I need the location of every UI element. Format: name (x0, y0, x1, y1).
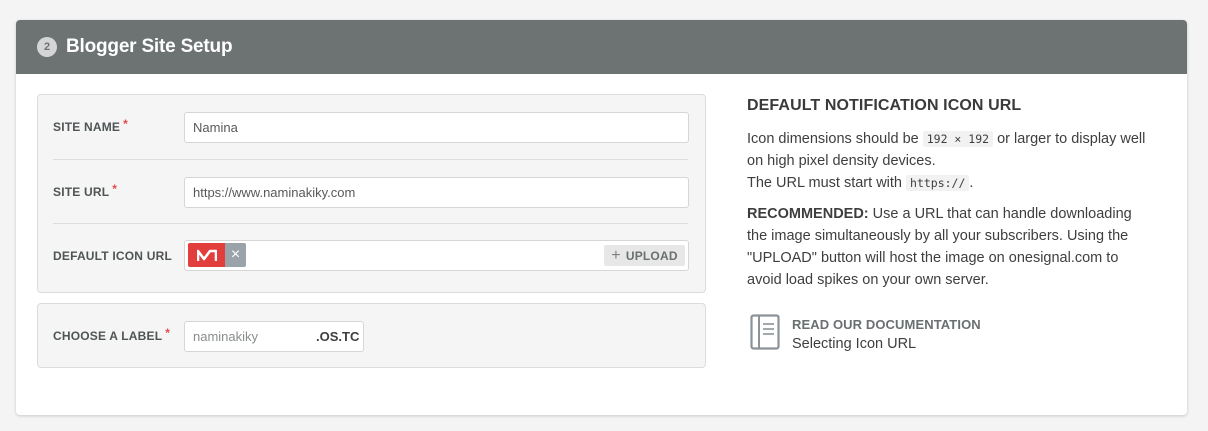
plus-icon: + (611, 246, 621, 264)
card-title: Blogger Site Setup (66, 36, 233, 57)
site-details-panel: SITE NAME * Namina SITE URL * https://ww… (37, 94, 706, 293)
site-name-row: SITE NAME * Namina (53, 95, 689, 159)
label-panel: CHOOSE A LABEL * naminakiky .OS.TC (37, 303, 706, 368)
help-column: DEFAULT NOTIFICATION ICON URL Icon dimen… (747, 97, 1147, 352)
site-url-row: SITE URL * https://www.naminakiky.com (53, 159, 689, 223)
choose-label-label: CHOOSE A LABEL * (53, 326, 171, 343)
help-dimensions-text: Icon dimensions should be 192 × 192 or l… (747, 131, 1146, 191)
site-setup-card: 2 Blogger Site Setup SITE NAME * Namina … (16, 20, 1187, 415)
choose-label-row: CHOOSE A LABEL * naminakiky .OS.TC (53, 304, 688, 368)
dimensions-code: 192 × 192 (922, 131, 994, 147)
required-marker: * (165, 326, 171, 340)
onesignal-logo-icon (188, 243, 225, 267)
documentation-title[interactable]: READ OUR DOCUMENTATION (792, 317, 981, 332)
documentation-subtitle[interactable]: Selecting Icon URL (792, 336, 981, 352)
https-code: https:// (906, 175, 970, 191)
default-icon-row: DEFAULT ICON URL × + UPLOAD (53, 223, 689, 287)
required-marker: * (112, 182, 118, 196)
upload-button[interactable]: + UPLOAD (604, 245, 685, 266)
default-icon-input[interactable]: × + UPLOAD (184, 240, 689, 271)
site-url-input[interactable]: https://www.naminakiky.com (184, 177, 689, 208)
card-header: 2 Blogger Site Setup (16, 20, 1187, 74)
default-icon-label: DEFAULT ICON URL (53, 249, 172, 263)
close-icon[interactable]: × (225, 243, 246, 267)
required-marker: * (123, 117, 129, 131)
site-name-label: SITE NAME * (53, 117, 129, 134)
recommended-label: RECOMMENDED: (747, 206, 869, 222)
step-number-badge: 2 (37, 37, 57, 57)
help-recommended-text: RECOMMENDED: Use a URL that can handle d… (747, 206, 1132, 288)
upload-label: UPLOAD (625, 248, 678, 263)
help-title: DEFAULT NOTIFICATION ICON URL (747, 97, 1022, 114)
label-suffix: .OS.TC (316, 329, 360, 344)
choose-label-input[interactable]: naminakiky .OS.TC (184, 321, 364, 352)
site-url-label: SITE URL * (53, 182, 118, 199)
site-name-input[interactable]: Namina (184, 112, 689, 143)
book-icon (750, 314, 780, 350)
documentation-link[interactable]: READ OUR DOCUMENTATION Selecting Icon UR… (747, 314, 1147, 352)
label-placeholder: naminakiky (193, 329, 259, 344)
